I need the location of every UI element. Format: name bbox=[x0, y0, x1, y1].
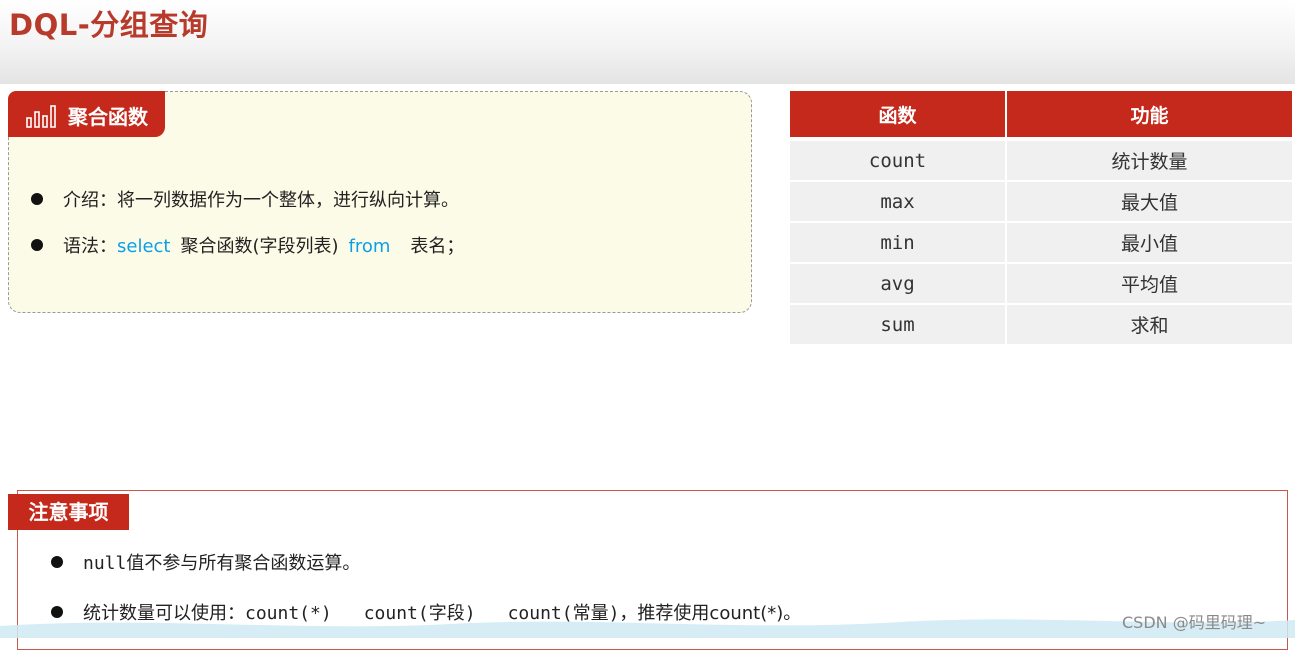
table-row: avg 平均值 bbox=[790, 262, 1292, 303]
keyword-select: select bbox=[117, 236, 171, 257]
watermark: CSDN @码里码理~ bbox=[1122, 613, 1267, 632]
syntax-bullet: 语法：select 聚合函数(字段列表) from 表名； bbox=[31, 232, 464, 258]
notes-tab: 注意事项 bbox=[8, 494, 129, 530]
page-title: DQL-分组查询 bbox=[9, 8, 209, 42]
bar-chart-icon bbox=[26, 105, 56, 128]
keyword-from: from bbox=[348, 236, 391, 257]
function-purpose: 统计数量 bbox=[1007, 137, 1292, 180]
bullet-icon bbox=[31, 239, 43, 251]
header-function: 函数 bbox=[790, 91, 1007, 137]
table-row: max 最大值 bbox=[790, 180, 1292, 221]
note-null-text: 值不参与所有聚合函数运算。 bbox=[126, 553, 361, 574]
intro-label: 介绍： bbox=[63, 190, 117, 211]
function-name: avg bbox=[790, 262, 1007, 303]
syntax-table: 表名； bbox=[410, 236, 465, 257]
syntax-label: 语法： bbox=[63, 236, 117, 257]
aggregate-card-tab: 聚合函数 bbox=[8, 91, 165, 137]
header-purpose: 功能 bbox=[1007, 91, 1292, 137]
intro-bullet: 介绍：将一列数据作为一个整体，进行纵向计算。 bbox=[31, 186, 459, 212]
function-purpose: 最大值 bbox=[1007, 180, 1292, 221]
intro-text: 将一列数据作为一个整体，进行纵向计算。 bbox=[117, 190, 459, 211]
function-table: 函数 功能 count 统计数量 max 最大值 min 最小值 avg 平均值… bbox=[790, 91, 1292, 344]
table-row: min 最小值 bbox=[790, 221, 1292, 262]
note-null-keyword: null bbox=[83, 553, 127, 574]
bullet-icon bbox=[51, 556, 63, 568]
function-name: sum bbox=[790, 303, 1007, 344]
function-purpose: 求和 bbox=[1007, 303, 1292, 344]
table-row: sum 求和 bbox=[790, 303, 1292, 344]
function-purpose: 最小值 bbox=[1007, 221, 1292, 262]
function-name: min bbox=[790, 221, 1007, 262]
aggregate-card-title: 聚合函数 bbox=[68, 105, 148, 129]
function-purpose: 平均值 bbox=[1007, 262, 1292, 303]
bullet-icon bbox=[31, 193, 43, 205]
table-row: count 统计数量 bbox=[790, 137, 1292, 180]
function-name: max bbox=[790, 180, 1007, 221]
syntax-func: 聚合函数(字段列表) bbox=[180, 236, 339, 257]
decorative-wave bbox=[0, 619, 1295, 638]
note-null: null值不参与所有聚合函数运算。 bbox=[51, 549, 360, 575]
function-name: count bbox=[790, 137, 1007, 180]
